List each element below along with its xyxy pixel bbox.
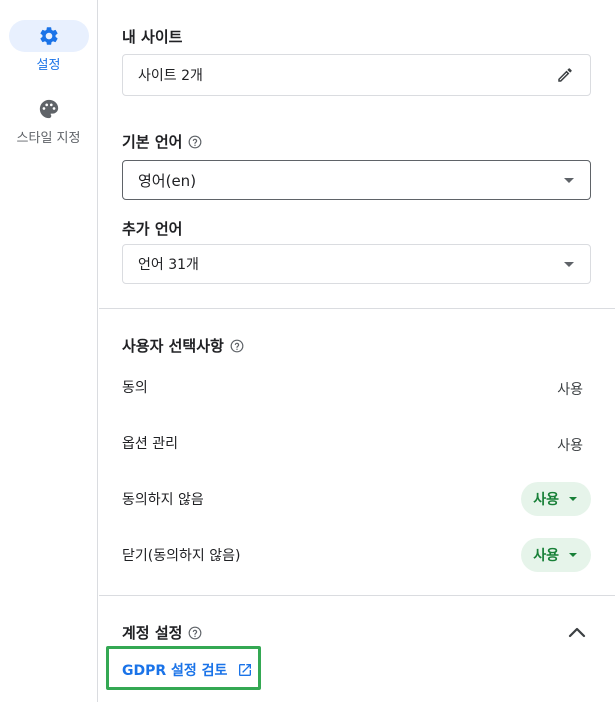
default-language-value: 영어(en) <box>138 171 197 190</box>
nav-item-settings-highlight <box>8 20 89 52</box>
account-settings-title: 계정 설정 <box>122 622 202 643</box>
pref-chip-close-do-not-consent[interactable]: 사용 <box>521 538 591 572</box>
dropdown-arrow-icon <box>569 553 577 557</box>
dropdown-arrow-icon <box>564 177 574 183</box>
default-language-title-text: 기본 언어 <box>122 133 183 151</box>
help-icon[interactable] <box>188 135 202 149</box>
my-sites-field[interactable]: 사이트 2개 <box>122 54 591 96</box>
nav-item-styling[interactable]: 스타일 지정 <box>0 93 97 146</box>
pref-label-consent: 동의 <box>122 380 148 396</box>
my-sites-value: 사이트 2개 <box>138 68 203 84</box>
default-language-title: 기본 언어 <box>122 131 202 152</box>
user-choices-title: 사용자 선택사항 <box>122 335 244 356</box>
nav-item-styling-highlight <box>9 93 89 125</box>
pref-value-manage-options: 사용 <box>557 438 583 454</box>
pref-value-consent: 사용 <box>557 382 583 398</box>
gear-icon <box>39 27 58 45</box>
nav-item-settings[interactable]: 설정 <box>0 20 97 73</box>
help-icon[interactable] <box>230 339 244 353</box>
palette-icon <box>39 99 58 119</box>
pencil-icon[interactable] <box>556 66 574 84</box>
pref-chip-close-do-not-consent-label: 사용 <box>533 548 559 564</box>
additional-languages-value: 언어 31개 <box>138 257 199 273</box>
section-divider <box>99 308 615 309</box>
gdpr-review-link[interactable]: GDPR 설정 검토 <box>122 660 253 680</box>
dropdown-arrow-icon <box>569 497 577 501</box>
default-language-select[interactable]: 영어(en) <box>122 160 591 200</box>
gdpr-review-link-label: GDPR 설정 검토 <box>122 663 228 679</box>
pref-label-manage-options: 옵션 관리 <box>122 436 178 452</box>
open-in-new-icon <box>239 664 252 676</box>
pref-label-close-do-not-consent: 닫기(동의하지 않음) <box>122 548 241 564</box>
pref-label-do-not-consent: 동의하지 않음 <box>122 492 204 508</box>
pref-chip-do-not-consent-label: 사용 <box>533 492 559 508</box>
additional-languages-title-text: 추가 언어 <box>122 220 183 238</box>
user-choices-title-text: 사용자 선택사항 <box>122 337 224 355</box>
my-sites-title-text: 내 사이트 <box>122 28 183 46</box>
chevron-up-icon[interactable] <box>565 622 589 642</box>
my-sites-title: 내 사이트 <box>122 26 182 47</box>
additional-languages-select[interactable]: 언어 31개 <box>122 244 591 284</box>
pref-chip-do-not-consent[interactable]: 사용 <box>521 482 591 516</box>
section-divider <box>99 595 615 596</box>
help-icon[interactable] <box>188 626 202 640</box>
nav-item-settings-label: 설정 <box>36 58 61 73</box>
settings-panel: 내 사이트 사이트 2개 기본 언어 영어(en) 추가 언어 언어 31개 사… <box>99 0 615 702</box>
dropdown-arrow-icon <box>564 261 574 267</box>
additional-languages-title: 추가 언어 <box>122 218 182 239</box>
nav-rail: 설정 스타일 지정 <box>0 0 98 702</box>
nav-item-styling-label: 스타일 지정 <box>16 131 81 146</box>
account-settings-title-text: 계정 설정 <box>122 624 183 642</box>
